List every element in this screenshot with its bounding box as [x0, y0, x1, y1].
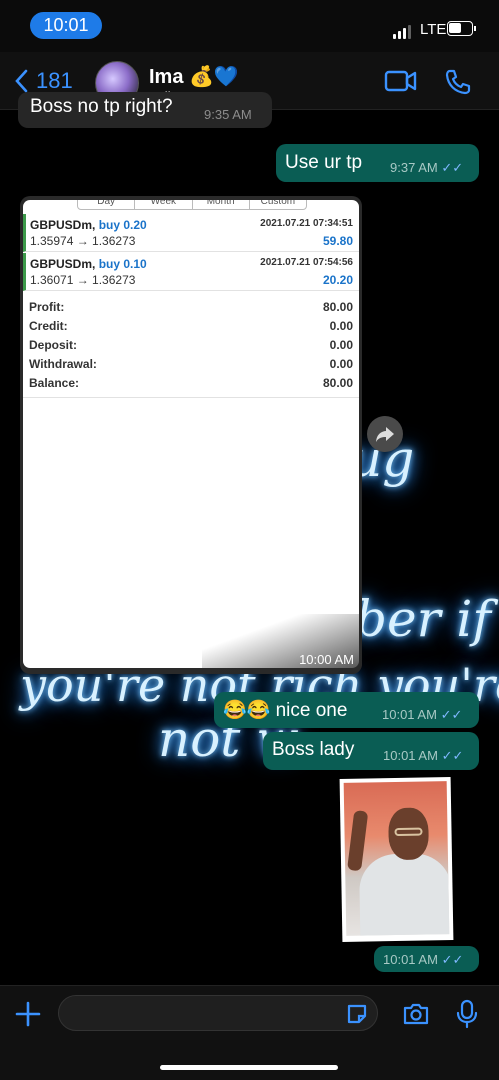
photo-meta: 10:01 AM ✓✓	[374, 946, 479, 972]
trade-side: buy 0.10	[98, 257, 147, 271]
composer-bar	[0, 985, 499, 1080]
unread-count: 181	[36, 68, 73, 93]
chevron-left-icon	[15, 69, 28, 93]
message-time: 10:01 AM	[383, 952, 438, 967]
period-tabs: Day Week Month Custom	[77, 200, 307, 210]
photo-sticker[interactable]	[339, 777, 454, 942]
read-receipt-icon: ✓✓	[441, 160, 464, 175]
status-time: 10:01	[30, 12, 102, 39]
tab-day: Day	[78, 200, 136, 209]
tab-month: Month	[193, 200, 250, 209]
trade-datetime: 2021.07.21 07:34:51	[260, 218, 353, 229]
phone-icon[interactable]	[444, 68, 472, 96]
incoming-message[interactable]: Boss no tp right? 9:35 AM	[18, 92, 272, 128]
message-meta: 10:01 AM ✓✓	[383, 748, 464, 763]
person-photo	[343, 781, 450, 936]
forward-icon	[376, 427, 394, 442]
message-text: 😂😂 nice one	[223, 700, 348, 721]
message-meta: 10:01 AM ✓✓	[382, 707, 463, 722]
battery-icon	[447, 21, 476, 36]
image-message[interactable]: Day Week Month Custom GBPUSDm, buy 0.20 …	[20, 196, 362, 674]
microphone-icon[interactable]	[456, 999, 478, 1029]
read-receipt-icon: ✓✓	[441, 952, 464, 967]
outgoing-message[interactable]: 😂😂 nice one 10:01 AM ✓✓	[214, 692, 479, 728]
trade-row: GBPUSDm, buy 0.10 1.36071 → 1.36273 2021…	[23, 253, 359, 291]
sticker-icon[interactable]	[345, 1002, 369, 1026]
contact-name[interactable]: Ima 💰💙	[149, 64, 239, 89]
wallpaper-text: ber if	[355, 590, 491, 648]
message-text: Boss no tp right?	[30, 96, 173, 117]
summary-credit: Credit: 0.00	[29, 319, 353, 333]
tab-custom: Custom	[260, 200, 296, 207]
trade-side: buy 0.20	[98, 218, 147, 232]
trade-datetime: 2021.07.21 07:54:56	[260, 257, 353, 268]
trade-row: GBPUSDm, buy 0.20 1.35974 → 1.36273 2021…	[23, 214, 359, 252]
tab-week: Week	[135, 200, 193, 209]
message-time: 9:35 AM	[204, 107, 252, 122]
trade-symbol: GBPUSDm,	[30, 218, 96, 232]
read-receipt-icon: ✓✓	[441, 748, 464, 763]
message-text: Use ur tp	[285, 152, 363, 173]
message-text: Boss lady	[272, 739, 355, 760]
summary-profit: Profit: 80.00	[29, 300, 353, 314]
camera-icon[interactable]	[402, 1001, 430, 1027]
outgoing-message[interactable]: Use ur tp 9:37 AM ✓✓	[276, 144, 479, 182]
network-label: LTE	[420, 21, 447, 38]
trade-profit: 59.80	[322, 234, 353, 248]
summary-balance: Balance: 80.00	[29, 376, 353, 390]
trade-prices: 1.35974 → 1.36273	[30, 234, 136, 248]
outgoing-message[interactable]: Boss lady 10:01 AM ✓✓	[263, 732, 479, 770]
back-button[interactable]: 181	[14, 68, 73, 94]
signal-icon	[393, 25, 411, 39]
video-call-icon[interactable]	[384, 68, 418, 94]
trade-symbol: GBPUSDm,	[30, 257, 96, 271]
status-bar: 10:01 LTE	[0, 0, 499, 52]
trade-prices: 1.36071 → 1.36273	[30, 273, 136, 287]
summary-deposit: Deposit: 0.00	[29, 338, 353, 352]
summary-withdrawal: Withdrawal: 0.00	[29, 357, 353, 371]
read-receipt-icon: ✓✓	[440, 707, 463, 722]
trade-profit: 20.20	[322, 273, 353, 287]
home-indicator	[160, 1065, 338, 1070]
forward-button[interactable]	[367, 416, 403, 452]
trade-report-screenshot: Day Week Month Custom GBPUSDm, buy 0.20 …	[23, 200, 359, 668]
plus-icon[interactable]	[15, 1001, 41, 1027]
message-meta: 9:37 AM ✓✓	[390, 160, 464, 175]
message-time: 10:00 AM	[299, 652, 354, 667]
message-input[interactable]	[58, 995, 378, 1031]
